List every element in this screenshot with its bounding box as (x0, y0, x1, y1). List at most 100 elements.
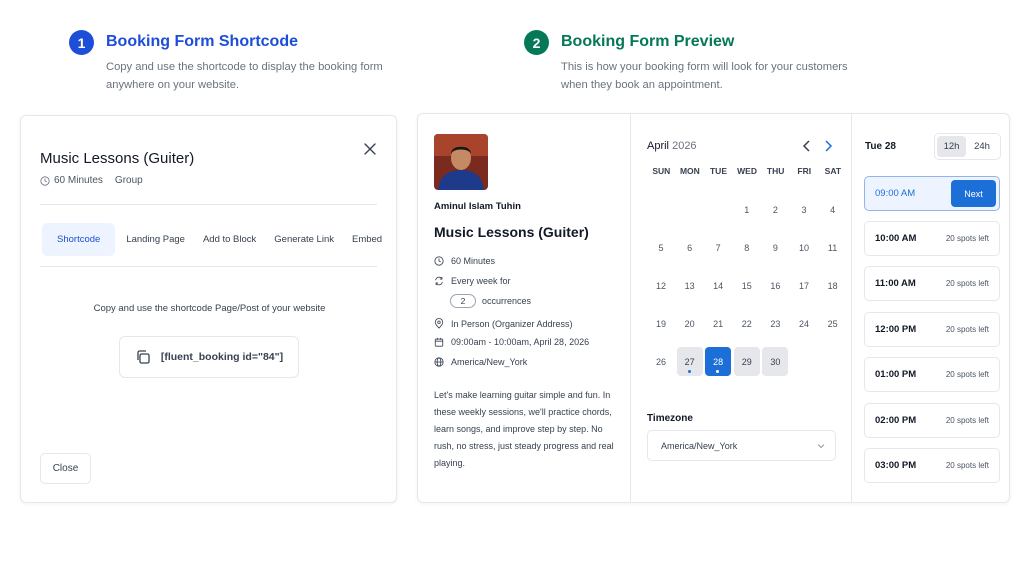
time-slot[interactable]: 12:00 PM 20 spots left (864, 311, 1000, 347)
timezone-select[interactable]: America/New_York (647, 430, 836, 461)
location-row: In Person (Organizer Address) (434, 318, 573, 329)
tab-embed[interactable]: Embed (343, 223, 391, 256)
weekday-label: FRI (797, 166, 812, 176)
calendar-day: 15 (741, 280, 752, 291)
slot-time: 01:00 PM (875, 369, 917, 381)
clock-icon (434, 256, 444, 266)
weekday-label: SAT (824, 166, 842, 176)
calendar-day: 18 (827, 280, 838, 291)
timezone-label: Timezone (647, 413, 693, 424)
copy-shortcode-button[interactable]: [fluent_booking id="84"] (119, 336, 299, 378)
time-slot[interactable]: 11:00 AM 20 spots left (864, 266, 1000, 302)
event-meta: 60 Minutes Group (40, 175, 143, 186)
tab-shortcode[interactable]: Shortcode (42, 223, 116, 256)
close-button[interactable]: Close (40, 453, 91, 484)
calendar-day: 19 (655, 318, 666, 329)
calendar-day: 20 (684, 318, 695, 329)
time-format-toggle: 12h 24h (934, 133, 1001, 160)
modal-title: Music Lessons (Guiter) (40, 150, 195, 167)
calendar-month-title: April 2026 (647, 140, 697, 152)
duration-row: 60 Minutes (434, 256, 495, 266)
event-type-text: Group (114, 175, 143, 186)
occurrences-input[interactable]: 2 (450, 294, 476, 308)
calendar-day: 6 (687, 242, 693, 253)
calendar-day: 23 (770, 318, 781, 329)
step-number-badge: 1 (69, 30, 94, 55)
weekday-header: SUN MON TUE WED THU FRI SAT (647, 166, 847, 176)
slot-spots-left: 20 spots left (945, 370, 989, 380)
calendar-day-selected[interactable]: 28 (705, 347, 732, 376)
slot-time: 03:00 PM (875, 460, 917, 471)
datetime-text: 09:00am - 10:00am, April 28, 2026 (451, 337, 590, 347)
recurrence-row: Every week for (434, 276, 511, 286)
shortcode-tabs: Shortcode Landing Page Add to Block Gene… (42, 223, 391, 256)
duration-text: 60 Minutes (54, 175, 103, 186)
booking-form-preview: Aminul Islam Tuhin Music Lessons (Guiter… (417, 113, 1010, 503)
tab-landing-page[interactable]: Landing Page (117, 223, 194, 256)
format-24h-button[interactable]: 24h (966, 136, 998, 157)
calendar-day: 12 (655, 280, 666, 291)
calendar-day: 24 (798, 318, 809, 329)
occurrences-row: 2 occurrences (450, 294, 531, 308)
weekday-label: TUE (709, 166, 727, 176)
format-12h-button[interactable]: 12h (937, 136, 966, 157)
calendar-day: 1 (744, 204, 750, 215)
timezone-row: America/New_York (434, 357, 527, 367)
recurrence-text: Every week for (451, 276, 511, 286)
slot-spots-left: 20 spots left (945, 234, 989, 243)
time-slot[interactable]: 10:00 AM 20 spots left (864, 221, 1000, 256)
host-name: Aminul Islam Tuhin (434, 201, 521, 212)
shortcode-modal: Music Lessons (Guiter) 60 Minutes Group … (20, 115, 397, 503)
calendar-icon (434, 337, 444, 347)
step-title: Booking Form Shortcode (106, 33, 298, 50)
event-info-panel: Aminul Islam Tuhin Music Lessons (Guiter… (418, 114, 631, 502)
calendar-day: 10 (798, 242, 809, 253)
step-title: Booking Form Preview (561, 33, 735, 50)
location-text: In Person (Organizer Address) (451, 318, 573, 329)
chevron-left-icon[interactable] (799, 138, 815, 154)
tab-add-to-block[interactable]: Add to Block (194, 223, 265, 256)
chevron-down-icon (817, 444, 825, 449)
calendar-panel: April 2026 SUN MON TUE WED THU FRI SAT 1234567… (631, 114, 852, 502)
time-slot[interactable]: 03:00 PM 20 spots left (864, 448, 1000, 483)
calendar-day: 13 (684, 280, 695, 291)
slot-spots-left: 20 spots left (945, 324, 989, 334)
calendar-day: 7 (715, 242, 721, 253)
calendar-day: 8 (744, 242, 750, 253)
step-shortcode-header: 1 Booking Form Shortcode Copy and use th… (69, 30, 406, 94)
location-pin-icon (434, 318, 444, 329)
calendar-day: 14 (713, 280, 724, 291)
timezone-select-value: America/New_York (661, 440, 738, 451)
calendar-day: 16 (770, 280, 781, 291)
host-avatar (434, 134, 488, 190)
weekday-label: MON (679, 166, 700, 176)
close-icon[interactable] (361, 140, 379, 158)
time-slot-selected[interactable]: 09:00 AM Next (864, 176, 1000, 211)
calendar-day: 25 (827, 318, 838, 329)
calendar-day: 2 (772, 204, 778, 215)
next-button[interactable]: Next (951, 180, 996, 207)
calendar-day[interactable]: 30 (762, 347, 789, 376)
chevron-right-icon[interactable] (820, 138, 836, 154)
slot-spots-left: 20 spots left (945, 415, 989, 425)
copy-icon (137, 350, 150, 364)
slot-time: 02:00 PM (875, 414, 917, 426)
time-slot[interactable]: 01:00 PM 20 spots left (864, 357, 1000, 393)
calendar-day: 9 (772, 242, 778, 253)
clock-icon (40, 175, 50, 186)
tab-generate-link[interactable]: Generate Link (265, 223, 343, 256)
slot-spots-left: 20 spots left (945, 461, 989, 470)
duration-text: 60 Minutes (451, 256, 496, 266)
calendar-day[interactable]: 29 (733, 347, 760, 376)
availability-dot (687, 370, 691, 373)
calendar-day: 3 (801, 204, 807, 215)
occurrences-label: occurrences (482, 296, 532, 306)
calendar-day: 5 (658, 242, 664, 253)
shortcode-instruction: Copy and use the shortcode Page/Post of … (93, 303, 326, 314)
divider (40, 266, 377, 267)
step-number-badge: 2 (524, 30, 549, 55)
calendar-day[interactable]: 27 (676, 347, 703, 376)
time-slot[interactable]: 02:00 PM 20 spots left (864, 402, 1000, 438)
divider (40, 204, 377, 205)
slot-time: 12:00 PM (875, 323, 917, 335)
